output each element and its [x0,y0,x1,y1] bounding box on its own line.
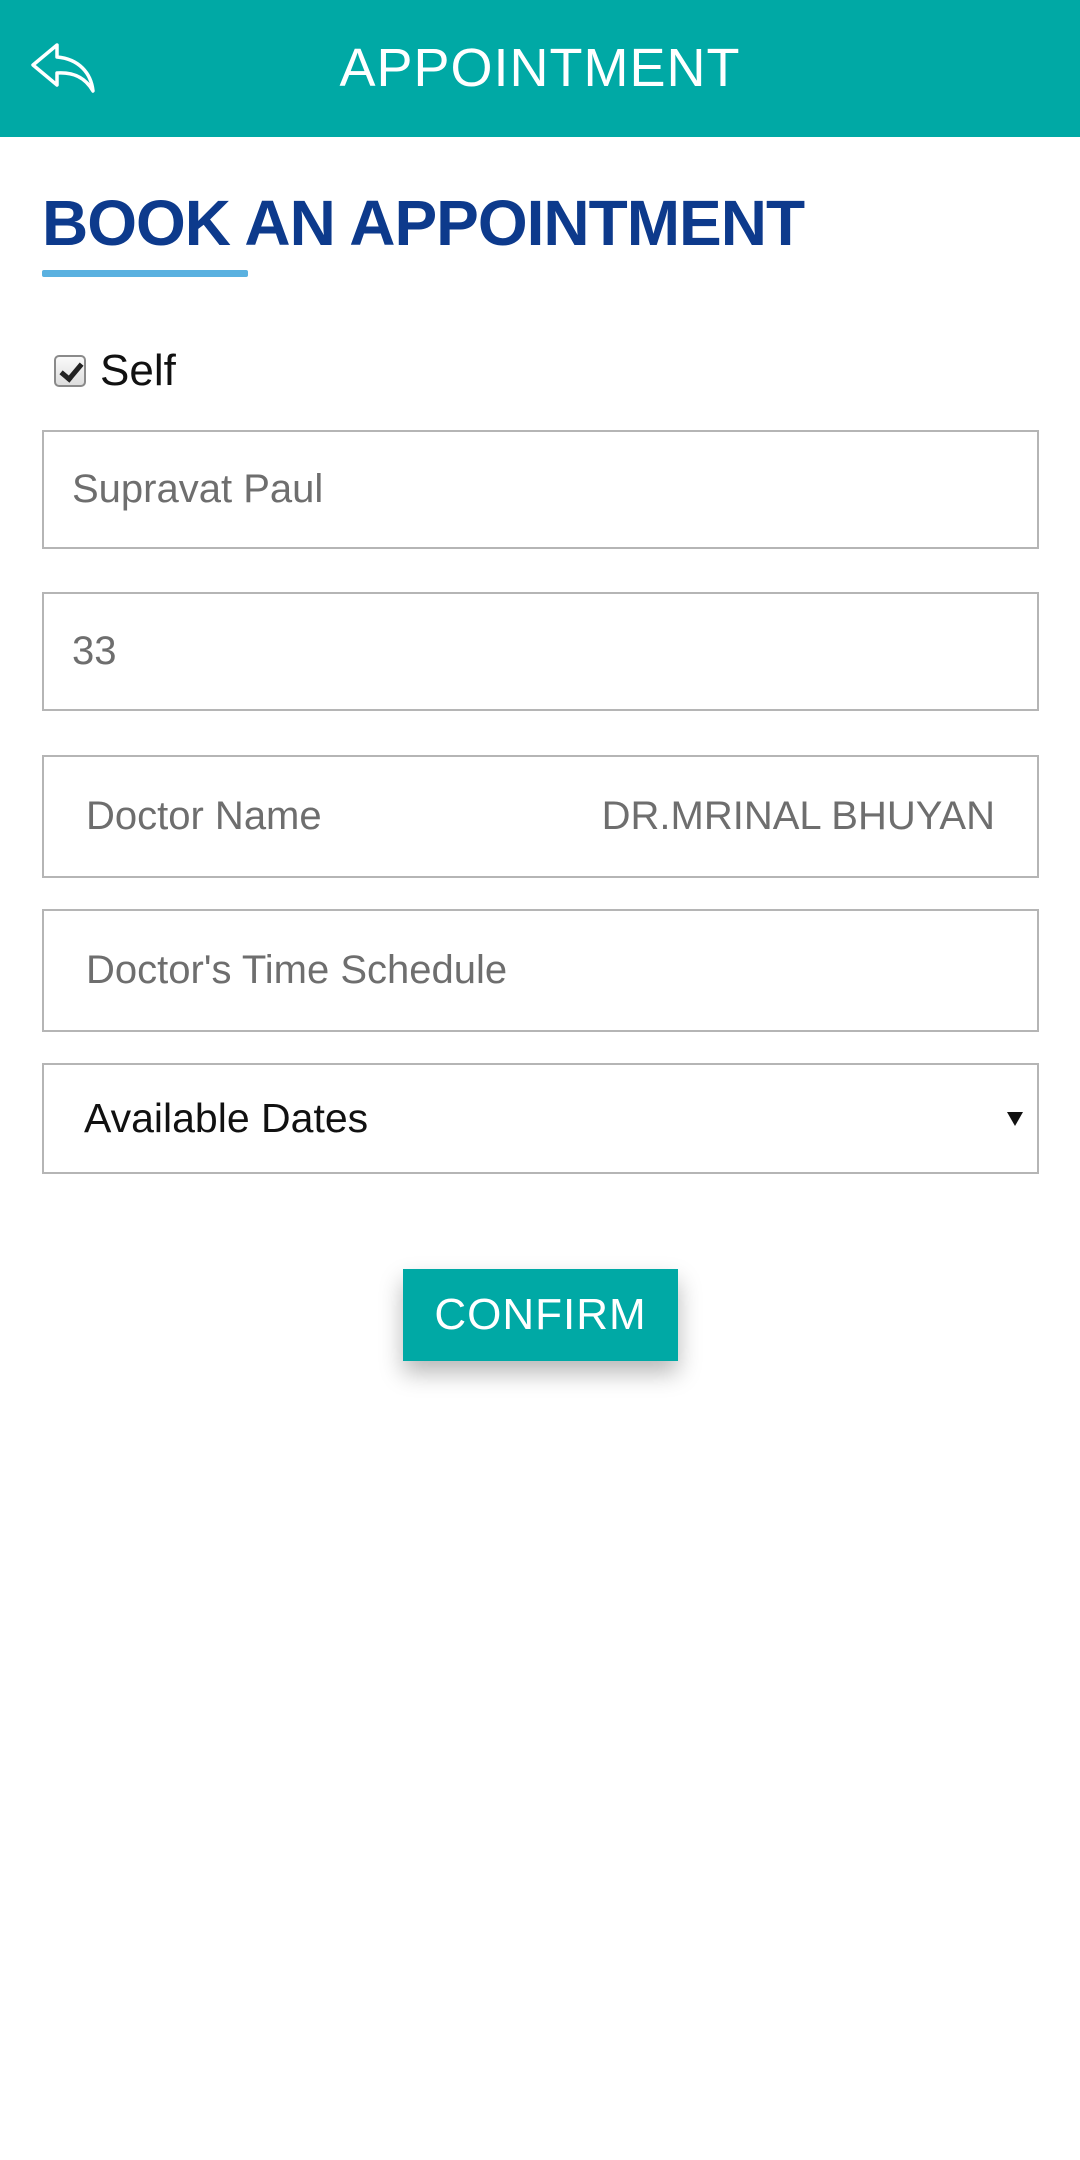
available-dates-selected: Available Dates [84,1095,369,1141]
page-title: BOOK AN APPOINTMENT [42,187,805,259]
available-dates-select[interactable]: Available Dates [42,1063,1039,1174]
doctor-name-field[interactable]: Doctor Name DR.MRINAL BHUYAN [42,755,1039,878]
patient-age-value: 33 [72,629,117,673]
self-checkbox[interactable] [54,355,86,387]
patient-age-field[interactable]: 33 [42,592,1039,711]
doctor-name-label: Doctor Name [86,794,322,838]
app-bar-title: APPOINTMENT [339,38,741,98]
patient-name-field[interactable]: Supravat Paul [42,430,1039,549]
self-checkbox-label: Self [100,346,176,395]
patient-name-value: Supravat Paul [72,467,324,511]
confirm-button[interactable]: CONFIRM [403,1269,678,1361]
doctor-name-value: DR.MRINAL BHUYAN [601,794,995,838]
app-bar: APPOINTMENT [0,0,1080,137]
doctor-schedule-label: Doctor's Time Schedule [86,948,508,992]
dropdown-arrow-icon [1007,1111,1023,1126]
doctor-schedule-field[interactable]: Doctor's Time Schedule [42,909,1039,1032]
self-checkbox-row[interactable]: Self [54,346,176,396]
heading-underline [42,270,248,277]
